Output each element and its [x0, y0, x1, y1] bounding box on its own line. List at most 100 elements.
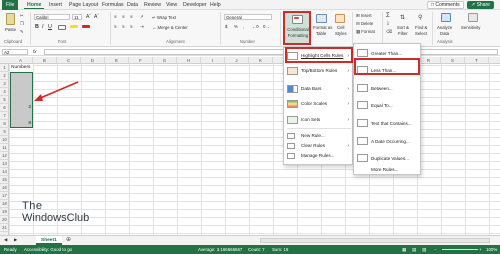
fill-icon[interactable]: ⇩: [386, 21, 390, 27]
sensitivity-icon[interactable]: [468, 13, 478, 22]
format-cells-button[interactable]: ▦ Format: [356, 29, 375, 35]
autosum-icon[interactable]: Σ: [386, 13, 390, 19]
format-painter-icon[interactable]: ✎: [20, 29, 24, 35]
column-header[interactable]: T: [465, 57, 489, 64]
tab-data[interactable]: Data: [124, 1, 141, 9]
row-header[interactable]: 12: [0, 152, 9, 160]
comments-button[interactable]: □ Comments: [427, 1, 464, 9]
column-header[interactable]: C: [57, 57, 81, 64]
align-top-icon[interactable]: ≡: [114, 14, 117, 19]
column-header[interactable]: F: [129, 57, 153, 64]
submenu-item-more-rules[interactable]: More Rules...: [354, 165, 420, 175]
row-header[interactable]: 3: [0, 80, 9, 88]
row-header[interactable]: 18: [0, 200, 9, 208]
shrink-font-icon[interactable]: Aˇ: [94, 14, 99, 20]
format-as-table-label-1[interactable]: Format as: [313, 25, 332, 30]
cell-styles-icon[interactable]: [335, 14, 345, 23]
scroll-left-icon[interactable]: ◀: [4, 237, 7, 243]
table-cell[interactable]: 8: [10, 120, 33, 128]
bold-icon[interactable]: B: [35, 24, 39, 30]
font-name-field[interactable]: Calibri: [34, 14, 70, 20]
decrease-decimal-icon[interactable]: 0→: [263, 24, 270, 29]
align-middle-icon[interactable]: ≡: [122, 14, 125, 19]
wrap-text-button[interactable]: ↵ Wrap Text: [152, 15, 176, 21]
column-header[interactable]: E: [105, 57, 129, 64]
insert-cells-button[interactable]: ⊞ Insert: [356, 13, 372, 19]
row-header[interactable]: 4: [0, 88, 9, 96]
tab-review[interactable]: Review: [141, 1, 164, 9]
menu-item-data-bars[interactable]: Data Bars ›: [284, 83, 352, 95]
name-box[interactable]: A2: [2, 49, 28, 55]
column-header[interactable]: I: [201, 57, 225, 64]
page-break-view-icon[interactable]: ▧: [422, 245, 426, 254]
tab-home[interactable]: Home: [24, 1, 45, 9]
cell-styles-label-2[interactable]: Styles: [335, 31, 347, 36]
submenu-item-date-occurring[interactable]: A Date Occurring...: [354, 134, 420, 150]
row-header[interactable]: 15: [0, 176, 9, 184]
column-header[interactable]: K: [249, 57, 273, 64]
sheet-tab[interactable]: Sheet1: [36, 236, 62, 245]
submenu-item-equal-to[interactable]: Equal To...: [354, 98, 420, 114]
zoom-level[interactable]: 100%: [486, 245, 497, 254]
sort-filter-label-2[interactable]: Filter: [398, 31, 408, 36]
analyze-data-label-2[interactable]: Data: [440, 31, 449, 36]
analyze-data-icon[interactable]: [441, 13, 451, 22]
cell-styles-label-1[interactable]: Cell: [337, 25, 344, 30]
page-layout-view-icon[interactable]: ▤: [412, 245, 416, 254]
table-cell[interactable]: 2: [10, 104, 33, 112]
row-header[interactable]: 14: [0, 168, 9, 176]
tab-page-layout[interactable]: Page Layout: [66, 1, 101, 9]
italic-icon[interactable]: I: [42, 24, 44, 30]
table-cell[interactable]: [10, 96, 33, 104]
submenu-item-text-contains[interactable]: Text that Contains...: [354, 116, 420, 132]
align-left-icon[interactable]: ≡: [114, 24, 117, 29]
row-header[interactable]: 19: [0, 208, 9, 216]
tab-help[interactable]: Help: [207, 1, 224, 9]
number-format-field[interactable]: General: [224, 14, 272, 20]
conditional-formatting-button[interactable]: Conditional Formatting: [283, 11, 311, 45]
find-select-label-1[interactable]: Find &: [415, 25, 427, 30]
formula-input[interactable]: [44, 49, 498, 55]
menu-item-top-bottom-rules[interactable]: Top/Bottom Rules ›: [284, 65, 352, 77]
analyze-data-label-1[interactable]: Analyze: [437, 25, 452, 30]
row-header[interactable]: 13: [0, 160, 9, 168]
menu-item-manage-rules[interactable]: Manage Rules...: [284, 151, 352, 161]
row-header[interactable]: 20: [0, 216, 9, 224]
zoom-slider[interactable]: [442, 249, 478, 250]
row-header[interactable]: 16: [0, 184, 9, 192]
underline-icon[interactable]: U: [48, 24, 52, 30]
sensitivity-label[interactable]: Sensitivity: [461, 25, 480, 30]
accounting-format-icon[interactable]: $: [225, 24, 227, 29]
delete-cells-button[interactable]: ⊟ Delete: [356, 21, 373, 27]
grow-font-icon[interactable]: Aˆ: [86, 14, 91, 20]
align-right-icon[interactable]: ≡: [130, 24, 133, 29]
format-as-table-icon[interactable]: [316, 14, 327, 23]
menu-item-new-rule[interactable]: New Rule...: [284, 131, 352, 141]
comma-style-icon[interactable]: ,: [243, 24, 244, 29]
row-header[interactable]: 1: [0, 64, 9, 72]
column-header[interactable]: G: [153, 57, 177, 64]
zoom-out-icon[interactable]: −: [434, 245, 437, 254]
fill-color-icon[interactable]: [70, 25, 78, 28]
menu-item-icon-sets[interactable]: Icon Sets ›: [284, 114, 352, 126]
format-as-table-label-2[interactable]: Table: [316, 31, 326, 36]
insert-function-icon[interactable]: fx: [33, 49, 36, 54]
tab-insert[interactable]: Insert: [46, 1, 65, 9]
table-cell[interactable]: [10, 80, 33, 88]
cell-a1-header[interactable]: Numbers: [10, 64, 33, 72]
row-header[interactable]: 8: [0, 120, 9, 128]
row-header[interactable]: 9: [0, 128, 9, 136]
zoom-in-icon[interactable]: +: [479, 245, 482, 254]
percent-style-icon[interactable]: %: [234, 24, 238, 29]
paste-icon[interactable]: [6, 13, 15, 25]
column-header[interactable]: B: [33, 57, 57, 64]
clear-icon[interactable]: ⌫: [386, 29, 392, 35]
row-header[interactable]: 6: [0, 104, 9, 112]
row-header[interactable]: 5: [0, 96, 9, 104]
row-header[interactable]: 10: [0, 136, 9, 144]
tab-formulas[interactable]: Formulas: [99, 1, 127, 9]
indent-icon[interactable]: ⇥: [140, 24, 144, 30]
row-header[interactable]: 21: [0, 224, 9, 232]
sort-filter-label-1[interactable]: Sort &: [397, 25, 409, 30]
row-header[interactable]: 11: [0, 144, 9, 152]
